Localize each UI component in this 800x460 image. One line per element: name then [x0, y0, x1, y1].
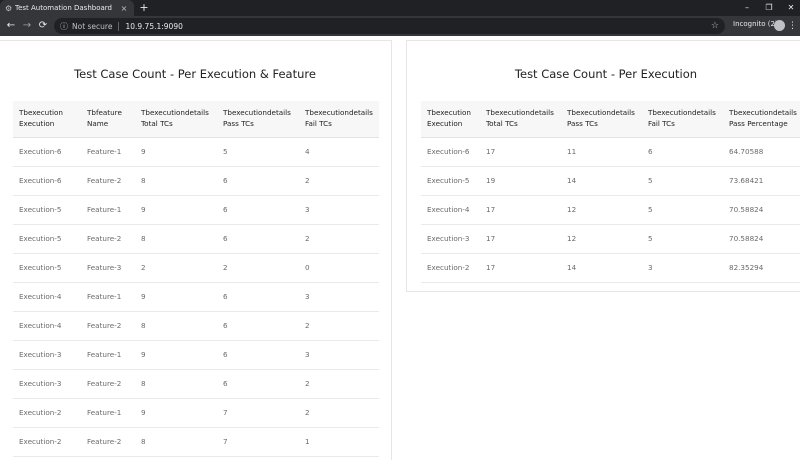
table-row: Execution-4 Feature-1 9 6 3	[13, 282, 379, 312]
column-header[interactable]: Tbexecutiondetails Pass TCs	[561, 101, 642, 138]
address-bar[interactable]: ⓘ Not secure 10.9.75.1:9090 ☆	[54, 18, 725, 34]
window-close-icon[interactable]: ✕	[782, 0, 800, 16]
card-title: Test Case Count - Per Execution & Featur…	[74, 67, 316, 81]
minimize-icon[interactable]: –	[738, 0, 756, 16]
star-icon[interactable]: ☆	[711, 18, 719, 34]
table-row: Execution-5 Feature-1 9 6 3	[13, 195, 379, 225]
gear-icon: ⚙	[5, 3, 13, 13]
dashboard-page: Test Case Count - Per Execution & Featur…	[0, 36, 800, 460]
restore-icon[interactable]: ❐	[760, 0, 778, 16]
table-row: Execution-6 17 11 6 64.70588	[421, 137, 800, 167]
tab-strip: ⚙ Test Automation Dashboard × + – ❐ ✕	[0, 0, 800, 16]
table-row: Execution-2 17 14 3 82.35294	[421, 253, 800, 283]
table-row: Execution-5 Feature-2 8 6 2	[13, 224, 379, 254]
table-row: Execution-2 Feature-2 8 7 1	[13, 427, 379, 457]
column-header[interactable]: Tbexecution Execution	[421, 101, 480, 138]
execution-summary-table: Tbexecution Execution Tbexecutiondetails T…	[421, 101, 800, 283]
table-row: Execution-4 Feature-2 8 6 2	[13, 311, 379, 341]
table-row: Execution-6 Feature-1 9 5 4	[13, 137, 379, 167]
column-header[interactable]: Tbfeature Name	[81, 101, 135, 138]
table-header-row: Tbexecution Execution Tbexecutiondetails T…	[421, 101, 800, 138]
card-per-execution: Test Case Count - Per Execution Tbexecut…	[406, 40, 800, 292]
new-tab-button[interactable]: +	[138, 1, 150, 15]
back-arrow-icon[interactable]: ←	[3, 18, 19, 34]
column-header[interactable]: Tbexecutiondetails Total TCs	[480, 101, 561, 138]
omnibox-divider	[118, 21, 120, 31]
table-row: Execution-2 Feature-1 9 7 2	[13, 398, 379, 428]
forward-arrow-icon[interactable]: →	[19, 18, 35, 34]
info-icon[interactable]: ⓘ	[60, 21, 70, 32]
close-icon[interactable]: ×	[119, 4, 129, 13]
card-per-execution-feature: Test Case Count - Per Execution & Featur…	[0, 40, 392, 460]
column-header[interactable]: Tbexecutiondetails Fail TCs	[299, 101, 379, 138]
column-header[interactable]: Tbexecutiondetails Total TCs	[135, 101, 217, 138]
table-row: Execution-3 17 12 5 70.58824	[421, 224, 800, 254]
execution-feature-table: Tbexecution Execution Tbfeature Name Tbexe…	[13, 101, 379, 457]
column-header[interactable]: Tbexecutiondetails Pass TCs	[217, 101, 299, 138]
column-header[interactable]: Tbexecutiondetails Pass Percentage	[723, 101, 800, 138]
url-text[interactable]: 10.9.75.1:9090	[125, 22, 182, 31]
reload-icon[interactable]: ⟳	[35, 18, 51, 34]
table-header-row: Tbexecution Execution Tbfeature Name Tbexe…	[13, 101, 379, 138]
incognito-label[interactable]: Incognito (2)	[733, 20, 778, 28]
table-row: Execution-3 Feature-2 8 6 2	[13, 369, 379, 399]
table-row: Execution-3 Feature-1 9 6 3	[13, 340, 379, 370]
column-header[interactable]: Tbexecution Execution	[13, 101, 81, 138]
tab-title: Test Automation Dashboard	[15, 4, 112, 12]
not-secure-label: Not secure	[72, 21, 113, 31]
table-row: Execution-6 Feature-2 8 6 2	[13, 166, 379, 196]
table-row: Execution-4 17 12 5 70.58824	[421, 195, 800, 225]
incognito-avatar[interactable]	[774, 20, 785, 31]
browser-tab[interactable]: ⚙ Test Automation Dashboard ×	[0, 0, 134, 16]
table-row: Execution-5 19 14 5 73.68421	[421, 166, 800, 196]
browser-toolbar: ← → ⟳ ⓘ Not secure 10.9.75.1:9090 ☆ Inco…	[0, 16, 800, 36]
table-row: Execution-5 Feature-3 2 2 0	[13, 253, 379, 283]
column-header[interactable]: Tbexecutiondetails Fail TCs	[642, 101, 723, 138]
menu-icon[interactable]: ⋮	[788, 18, 797, 34]
card-title: Test Case Count - Per Execution	[514, 67, 698, 81]
